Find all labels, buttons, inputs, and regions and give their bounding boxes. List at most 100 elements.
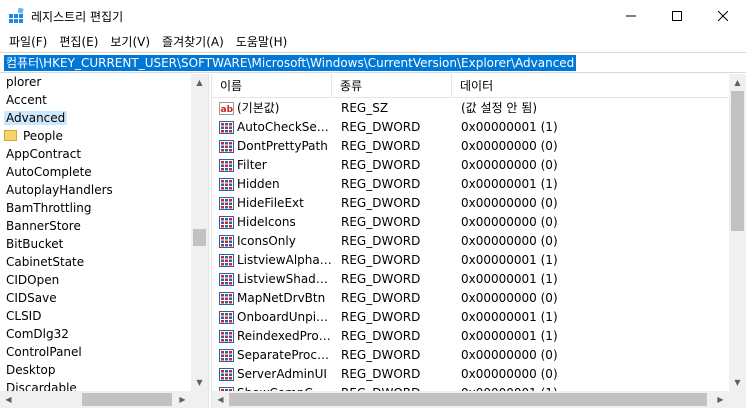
tree-item[interactable]: Advanced — [4, 109, 68, 127]
menu-view[interactable]: 보기(V) — [104, 32, 156, 52]
tree-item-label: BamThrottling — [6, 201, 92, 215]
scroll-down-icon[interactable]: ▼ — [729, 374, 746, 391]
value-type: REG_DWORD — [341, 272, 421, 286]
close-icon — [718, 11, 728, 21]
menu-file[interactable]: 파일(F) — [3, 32, 53, 52]
list-hscroll-thumb[interactable] — [229, 393, 707, 406]
menu-help[interactable]: 도움말(H) — [230, 32, 294, 52]
minimize-icon — [626, 15, 636, 17]
binary-value-icon — [219, 159, 234, 172]
tree-horizontal-scrollbar[interactable]: ◀ ▶ — [0, 391, 191, 408]
tree-item-label: BitBucket — [6, 237, 64, 251]
address-bar[interactable]: 컴퓨터\HKEY_CURRENT_USER\SOFTWARE\Microsoft… — [0, 52, 746, 73]
tree-vertical-scrollbar[interactable]: ▲ ▼ — [191, 74, 208, 391]
value-data: 0x00000001 (1) — [461, 272, 558, 286]
binary-value-icon — [219, 254, 234, 267]
value-row[interactable]: HideIcons REG_DWORD 0x00000000 (0) — [212, 213, 746, 232]
value-row[interactable]: ab (기본값) REG_SZ (값 설정 안 됨) — [212, 99, 746, 118]
value-row[interactable]: ListviewAlphaSe... REG_DWORD 0x00000001 (1… — [212, 251, 746, 270]
binary-value-icon — [219, 178, 234, 191]
tree-item[interactable]: plorer — [4, 74, 43, 91]
value-row[interactable]: ServerAdminUI REG_DWORD 0x00000000 (0) — [212, 365, 746, 384]
value-row[interactable]: Hidden REG_DWORD 0x00000001 (1) — [212, 175, 746, 194]
scroll-up-icon[interactable]: ▲ — [191, 74, 208, 91]
value-row[interactable]: DontPrettyPath REG_DWORD 0x00000000 (0) — [212, 137, 746, 156]
tree-item[interactable]: BamThrottling — [4, 199, 94, 217]
value-row[interactable]: SeparateProcess REG_DWORD 0x00000000 (0) — [212, 346, 746, 365]
key-tree[interactable]: plorer Accent Advanced People AppContract Aut… — [0, 74, 208, 408]
value-name: MapNetDrvBtn — [237, 291, 326, 305]
folder-icon — [4, 130, 17, 141]
list-horizontal-scrollbar[interactable]: ◀ ▶ — [212, 391, 729, 408]
value-type: REG_DWORD — [341, 139, 421, 153]
scroll-left-icon[interactable]: ◀ — [212, 391, 229, 408]
tree-item[interactable]: BitBucket — [4, 235, 65, 253]
tree-item-label: Desktop — [6, 363, 56, 377]
tree-item-label: plorer — [6, 75, 42, 89]
value-row[interactable]: AutoCheckSelect REG_DWORD 0x00000001 (1) — [212, 118, 746, 137]
tree-hscroll-thumb[interactable] — [82, 393, 172, 406]
value-name: AutoCheckSelect — [237, 120, 332, 134]
value-row[interactable]: Filter REG_DWORD 0x00000000 (0) — [212, 156, 746, 175]
value-name: Hidden — [237, 177, 280, 191]
value-row[interactable]: MapNetDrvBtn REG_DWORD 0x00000000 (0) — [212, 289, 746, 308]
value-row[interactable]: OnboardUnpinC... REG_DWORD 0x00000001 (1) — [212, 308, 746, 327]
value-data: 0x00000001 (1) — [461, 177, 558, 191]
value-type: REG_DWORD — [341, 215, 421, 229]
tree-item[interactable]: Accent — [4, 91, 49, 109]
column-header-data[interactable]: 데이터 — [452, 74, 746, 98]
binary-value-icon — [219, 330, 234, 343]
scroll-down-icon[interactable]: ▼ — [191, 374, 208, 391]
menu-edit[interactable]: 편집(E) — [53, 32, 104, 52]
binary-value-icon — [219, 197, 234, 210]
value-row[interactable]: HideFileExt REG_DWORD 0x00000000 (0) — [212, 194, 746, 213]
value-row[interactable]: IconsOnly REG_DWORD 0x00000000 (0) — [212, 232, 746, 251]
tree-item-label: People — [23, 129, 63, 143]
minimize-button[interactable] — [608, 0, 654, 32]
scrollbar-corner — [729, 391, 746, 408]
value-type: REG_SZ — [341, 101, 389, 115]
value-row[interactable]: ListviewShadow REG_DWORD 0x00000001 (1) — [212, 270, 746, 289]
tree-item[interactable]: CLSID — [4, 307, 43, 325]
tree-item[interactable]: ComDlg32 — [4, 325, 71, 343]
value-type: REG_DWORD — [341, 234, 421, 248]
tree-vscroll-thumb[interactable] — [193, 229, 206, 246]
list-vertical-scrollbar[interactable]: ▲ ▼ — [729, 74, 746, 391]
list-header: 이름 종류 데이터 — [212, 74, 746, 98]
registry-editor-icon — [9, 8, 24, 23]
value-data: 0x00000000 (0) — [461, 158, 558, 172]
value-name: SeparateProcess — [237, 348, 332, 362]
tree-item[interactable]: Desktop — [4, 361, 58, 379]
address-path[interactable]: 컴퓨터\HKEY_CURRENT_USER\SOFTWARE\Microsoft… — [4, 55, 577, 71]
tree-item[interactable]: ControlPanel — [4, 343, 84, 361]
value-type: REG_DWORD — [341, 291, 421, 305]
maximize-button[interactable] — [654, 0, 700, 32]
list-vscroll-thumb[interactable] — [731, 91, 744, 231]
value-data: 0x00000000 (0) — [461, 139, 558, 153]
column-header-type[interactable]: 종류 — [332, 74, 452, 98]
value-type: REG_DWORD — [341, 367, 421, 381]
title-bar[interactable]: 레지스트리 편집기 — [0, 0, 746, 32]
tree-item[interactable]: AutoComplete — [4, 163, 94, 181]
values-list[interactable]: 이름 종류 데이터 ab (기본값) REG_SZ (값 설정 안 됨) AutoChe… — [212, 74, 746, 408]
tree-item[interactable]: CIDSave — [4, 289, 59, 307]
scroll-right-icon[interactable]: ▶ — [712, 391, 729, 408]
tree-item[interactable]: BannerStore — [4, 217, 83, 235]
column-header-name[interactable]: 이름 — [212, 74, 332, 98]
menu-favorites[interactable]: 즐겨찾기(A) — [156, 32, 230, 52]
tree-item-label: AutoplayHandlers — [6, 183, 113, 197]
tree-item[interactable]: CabinetState — [4, 253, 86, 271]
value-data: 0x00000000 (0) — [461, 196, 558, 210]
tree-item[interactable]: CIDOpen — [4, 271, 61, 289]
scroll-right-icon[interactable]: ▶ — [174, 391, 191, 408]
tree-item[interactable]: AutoplayHandlers — [4, 181, 115, 199]
svg-text:ab: ab — [221, 105, 234, 115]
value-row[interactable]: ReindexedProfile REG_DWORD 0x00000001 (1) — [212, 327, 746, 346]
scroll-left-icon[interactable]: ◀ — [0, 391, 17, 408]
value-name: ListviewShadow — [237, 272, 332, 286]
tree-item[interactable]: People — [4, 127, 65, 145]
scroll-up-icon[interactable]: ▲ — [729, 74, 746, 91]
tree-item[interactable]: AppContract — [4, 145, 83, 163]
close-button[interactable] — [700, 0, 746, 32]
tree-item-label: CabinetState — [6, 255, 85, 269]
